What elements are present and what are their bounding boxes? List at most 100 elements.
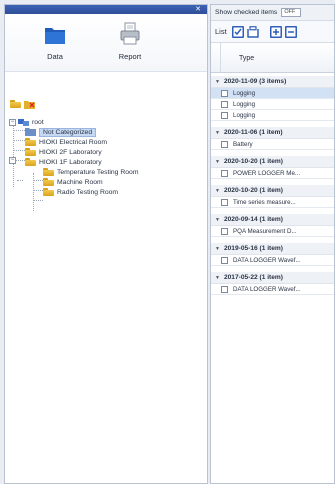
list-item[interactable]: DATA LOGGER Wavef... <box>211 255 334 266</box>
checkbox-column <box>211 43 221 72</box>
item-checkbox[interactable] <box>221 140 228 148</box>
list-item[interactable]: Time series measure... <box>211 197 334 208</box>
item-type: Logging <box>233 100 256 108</box>
close-icon[interactable]: ✕ <box>195 5 201 14</box>
data-button[interactable]: Data <box>30 22 80 68</box>
item-checkbox[interactable] <box>221 169 228 177</box>
printer-icon <box>120 22 140 45</box>
item-checkbox[interactable] <box>221 111 228 119</box>
tree-item-label: Machine Room <box>57 178 103 186</box>
collapse-triangle-icon[interactable]: ▼ <box>215 275 220 281</box>
navigation-pane: ✕ Data Report − root Not Categorized HIO… <box>4 4 208 484</box>
show-checked-label: Show checked items <box>215 9 278 16</box>
group-header[interactable]: ▼ 2020-09-14 (1 item) <box>211 214 334 226</box>
folder-icon <box>43 188 54 196</box>
folder-icon <box>25 158 36 166</box>
list-item[interactable]: PQA Measurement D... <box>211 226 334 237</box>
list-item[interactable]: Logging <box>211 88 334 99</box>
group-date: 2020-10-20 (1 item) <box>223 187 283 194</box>
collapse-triangle-icon[interactable]: ▼ <box>215 217 220 223</box>
item-checkbox[interactable] <box>221 227 228 235</box>
tree-item-label: HIOKI 2F Laboratory <box>39 148 102 156</box>
report-button-label: Report <box>118 52 142 61</box>
uncheck-all-icon[interactable] <box>246 25 259 38</box>
group-date: 2020-10-20 (1 item) <box>223 158 283 165</box>
group-header[interactable]: ▼ 2020-11-09 (3 items) <box>211 76 334 88</box>
folder-icon <box>43 168 54 176</box>
item-checkbox[interactable] <box>221 89 228 97</box>
list-item[interactable]: Logging <box>211 99 334 110</box>
list-item[interactable]: POWER LOGGER Me... <box>211 168 334 179</box>
collapse-triangle-icon[interactable]: ▼ <box>215 159 220 165</box>
item-type: Battery <box>233 140 253 148</box>
collapse-triangle-icon[interactable]: ▼ <box>215 188 220 194</box>
list-label: List <box>215 27 227 36</box>
tree-item-not-categorized[interactable]: Not Categorized <box>5 127 207 137</box>
item-checkbox[interactable] <box>221 100 228 108</box>
item-checkbox[interactable] <box>221 256 228 264</box>
tree-item-2f-laboratory[interactable]: HIOKI 2F Laboratory <box>5 147 207 157</box>
list-item[interactable]: Logging <box>211 110 334 121</box>
column-type-header[interactable]: Type <box>239 55 254 62</box>
tree-guide <box>33 200 43 201</box>
app-window: ✕ Data Report − root Not Categorized HIO… <box>4 4 335 484</box>
check-all-icon[interactable] <box>231 25 244 38</box>
folder-tree: − root Not Categorized HIOKI Electrical … <box>5 117 207 211</box>
item-type: DATA LOGGER Wavef... <box>233 256 301 264</box>
item-type: PQA Measurement D... <box>233 227 297 235</box>
list-item[interactable]: Battery <box>211 139 334 150</box>
collapse-triangle-icon[interactable]: ▼ <box>215 79 220 85</box>
tree-root[interactable]: − root <box>5 117 207 127</box>
list-item[interactable]: DATA LOGGER Wavef... <box>211 284 334 295</box>
show-checked-row: Show checked items OFF <box>211 5 334 21</box>
item-checkbox[interactable] <box>221 198 228 206</box>
item-type: POWER LOGGER Me... <box>233 169 301 177</box>
pane-titlebar: ✕ <box>5 5 207 14</box>
group-header[interactable]: ▼ 2020-11-06 (1 item) <box>211 127 334 139</box>
item-type: Logging <box>233 111 256 119</box>
file-list-pane: Show checked items OFF List Type ▼ 2020-… <box>210 4 335 484</box>
group-date: 2019-05-16 (1 item) <box>223 245 283 252</box>
folder-icon <box>25 148 36 156</box>
item-type: DATA LOGGER Wavef... <box>233 285 301 293</box>
report-button[interactable]: Report <box>105 22 155 68</box>
item-checkbox[interactable] <box>221 285 228 293</box>
tree-item-1f-laboratory[interactable]: HIOKI 1F Laboratory <box>5 157 207 167</box>
tree-item-temperature-testing-room[interactable]: Temperature Testing Room <box>5 167 207 177</box>
network-icon <box>18 118 29 126</box>
item-type: Time series measure... <box>233 198 296 206</box>
folder-icon <box>25 138 36 146</box>
tree-item-electrical-room[interactable]: HIOKI Electrical Room <box>5 137 207 147</box>
collapse-triangle-icon[interactable]: ▼ <box>215 130 220 136</box>
tree-item-label: HIOKI Electrical Room <box>39 138 107 146</box>
show-checked-toggle[interactable]: OFF <box>281 8 302 17</box>
group-header[interactable]: ▼ 2020-10-20 (1 item) <box>211 185 334 197</box>
uncategorized-folder-icon <box>25 128 36 136</box>
delete-folder-icon[interactable] <box>24 100 36 109</box>
group-header[interactable]: ▼ 2019-05-16 (1 item) <box>211 243 334 255</box>
folder-icon <box>43 178 54 186</box>
expand-all-icon[interactable] <box>269 25 282 38</box>
group-date: 2020-11-06 (1 item) <box>223 129 283 136</box>
collapse-all-icon[interactable] <box>284 25 297 38</box>
grouped-list: ▼ 2020-11-09 (3 items) Logging Logging L… <box>211 73 334 295</box>
group-date: 2020-09-14 (1 item) <box>223 216 283 223</box>
tree-item-label: Not Categorized <box>39 127 97 137</box>
tree-item-label: HIOKI 1F Laboratory <box>39 158 102 166</box>
tree-item-radio-testing-room[interactable]: Radio Testing Room <box>5 187 207 197</box>
group-date: 2020-11-09 (3 items) <box>223 78 287 85</box>
list-column-header: Type <box>211 43 334 73</box>
new-folder-icon[interactable] <box>10 100 21 108</box>
main-toolbar: Data Report <box>5 14 207 72</box>
tree-item-label: Temperature Testing Room <box>57 168 139 176</box>
group-header[interactable]: ▼ 2020-10-20 (1 item) <box>211 156 334 168</box>
tree-item-machine-room[interactable]: Machine Room <box>5 177 207 187</box>
tree-root-label: root <box>32 118 44 126</box>
data-button-label: Data <box>47 52 63 61</box>
collapse-icon[interactable]: − <box>9 157 16 164</box>
tree-toolbar <box>5 97 207 111</box>
collapse-triangle-icon[interactable]: ▼ <box>215 246 220 252</box>
collapse-icon[interactable]: − <box>9 118 16 126</box>
folder-icon <box>45 28 65 44</box>
group-header[interactable]: ▼ 2017-05-22 (1 item) <box>211 272 334 284</box>
